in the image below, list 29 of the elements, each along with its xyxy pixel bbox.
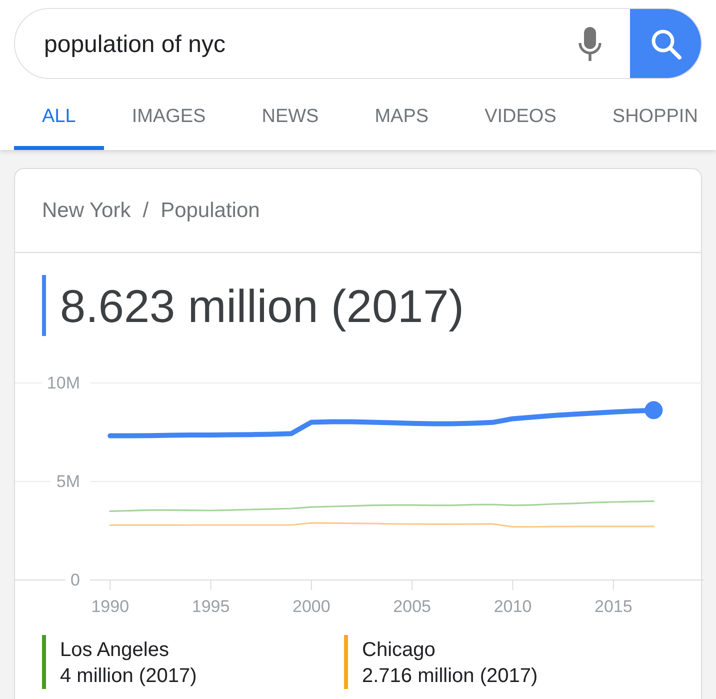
y-axis-label: 10M (46, 373, 80, 392)
tab[interactable]: VIDEOS (456, 79, 584, 150)
x-axis-label: 1995 (192, 597, 230, 616)
legend-label: Los Angeles (60, 638, 170, 663)
search-button[interactable] (630, 9, 701, 78)
breadcrumb-separator: / (142, 198, 149, 224)
search-bar[interactable]: population of nyc (14, 8, 702, 79)
x-axis-label: 2015 (594, 597, 632, 616)
legend-value: 2.716 million (2017) (362, 664, 538, 689)
tab[interactable]: SHOPPIN (584, 79, 698, 150)
tab[interactable]: ALL (14, 79, 104, 150)
breadcrumb-current: Population (160, 198, 260, 224)
search-field[interactable]: population of nyc (15, 9, 570, 78)
accent-bar-icon (42, 275, 46, 336)
x-axis-label: 2000 (292, 597, 330, 616)
legend-value: 4 million (2017) (60, 664, 197, 689)
tab[interactable]: IMAGES (104, 79, 234, 150)
breadcrumb-link[interactable]: New York (42, 194, 131, 226)
x-axis-label: 2005 (393, 597, 431, 616)
y-axis-label: 0 (70, 570, 80, 590)
x-axis-label: 1990 (91, 597, 130, 616)
tab[interactable]: NEWS (234, 79, 347, 150)
search-icon (650, 28, 682, 60)
endpoint-dot-icon (644, 401, 663, 420)
microphone-icon[interactable] (578, 26, 602, 60)
y-axis-label: 5M (56, 472, 80, 491)
tab[interactable]: MAPS (346, 79, 457, 150)
legend-label: Chicago (362, 638, 436, 663)
x-axis-label: 2010 (494, 597, 532, 616)
